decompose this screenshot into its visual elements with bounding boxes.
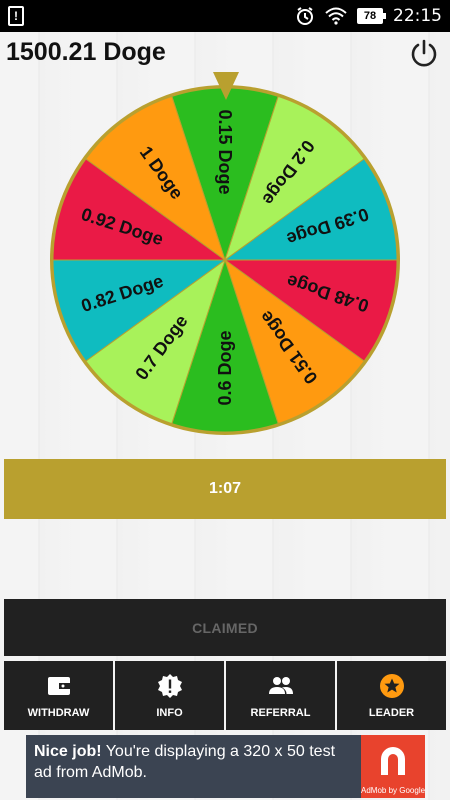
nav-withdraw-label: WITHDRAW [27,706,90,719]
wallet-icon [47,676,70,695]
ad-caption: AdMob by Google [361,786,426,795]
power-icon[interactable] [408,38,440,70]
star-icon [379,673,404,698]
nav-info-label: INFO [156,706,183,719]
bottom-nav: WITHDRAW INFO REFERRAL LEADER [4,661,446,730]
balance-display: 1500.21 Doge [6,38,166,66]
timer-value: 1:07 [208,480,242,497]
people-icon [268,676,293,694]
nav-leader[interactable]: LEADER [337,661,446,730]
alarm-clock-icon [297,7,313,25]
alert-icon: ! [8,6,24,26]
status-bar: ! 78 22:15 [0,0,450,32]
admob-icon [381,747,405,775]
nav-withdraw[interactable]: WITHDRAW [4,661,113,730]
status-time: 22:15 [393,6,442,26]
wheel-segment-label: 0.15 Doge [215,109,235,194]
wheel-segment-label: 0.6 Doge [215,330,235,405]
nav-leader-label: LEADER [368,706,415,719]
ad-headline: Nice job! [34,743,102,760]
claim-button-label: CLAIMED [192,619,258,636]
info-badge-icon [157,673,182,698]
claim-button[interactable]: CLAIMED [4,599,446,656]
prize-wheel[interactable]: 0.15 Doge 0.2 Doge 0.39 Doge 0.48 Doge 0.51 … [40,70,410,445]
ad-text: Nice job! You're displaying a 320 x 50 t… [26,735,361,798]
wifi-icon [325,7,347,25]
ad-banner[interactable]: Nice job! You're displaying a 320 x 50 t… [26,735,425,798]
nav-referral-label: REFERRAL [250,706,311,719]
battery-icon: 78 [357,8,386,24]
countdown-timer: 1:07 [4,459,446,519]
nav-info[interactable]: INFO [115,661,224,730]
admob-logo: AdMob by Google [361,735,425,798]
nav-referral[interactable]: REFERRAL [226,661,335,730]
wheel-pointer-icon [213,72,239,100]
